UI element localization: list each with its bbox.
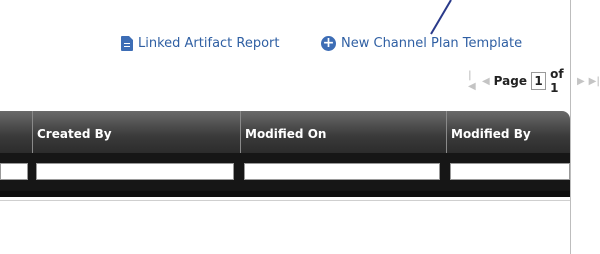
column-header-modified-by[interactable]: Modified By bbox=[447, 111, 570, 153]
first-page-icon[interactable]: |◀ bbox=[468, 70, 478, 92]
filter-row bbox=[0, 153, 570, 191]
filter-input-previous[interactable] bbox=[0, 163, 28, 180]
last-page-icon[interactable]: ▶| bbox=[589, 76, 600, 87]
page-count-label: of 1 bbox=[550, 67, 564, 95]
page-label: Page bbox=[493, 74, 527, 88]
linked-artifact-report-label: Linked Artifact Report bbox=[138, 36, 280, 51]
plus-circle-icon: + bbox=[321, 35, 336, 51]
table-body-divider bbox=[0, 200, 570, 201]
pagination: |◀ ◀ Page 1 of 1 ▶ ▶| bbox=[468, 67, 600, 95]
column-header-modified-on[interactable]: Modified On bbox=[241, 111, 446, 153]
document-icon bbox=[121, 36, 133, 51]
filter-input-modified-by[interactable] bbox=[450, 163, 570, 180]
column-label: Modified On bbox=[245, 127, 327, 141]
page-number-input[interactable]: 1 bbox=[530, 72, 547, 90]
column-label: Created By bbox=[37, 127, 112, 141]
filter-input-modified-on[interactable] bbox=[244, 163, 440, 180]
next-page-icon[interactable]: ▶ bbox=[577, 76, 585, 87]
annotation-arrow bbox=[430, 0, 452, 35]
previous-page-icon[interactable]: ◀ bbox=[482, 76, 490, 87]
new-channel-plan-template-label: New Channel Plan Template bbox=[341, 36, 523, 51]
column-header-created-by[interactable]: Created By bbox=[33, 111, 240, 153]
linked-artifact-report-link[interactable]: Linked Artifact Report bbox=[121, 36, 280, 51]
filter-input-created-by[interactable] bbox=[36, 163, 234, 180]
table-header: Created By Modified On Modified By bbox=[0, 111, 570, 153]
filter-row-shadow bbox=[0, 191, 570, 197]
panel-border bbox=[570, 0, 571, 254]
new-channel-plan-template-link[interactable]: + New Channel Plan Template bbox=[321, 36, 522, 51]
column-label: Modified By bbox=[451, 127, 531, 141]
